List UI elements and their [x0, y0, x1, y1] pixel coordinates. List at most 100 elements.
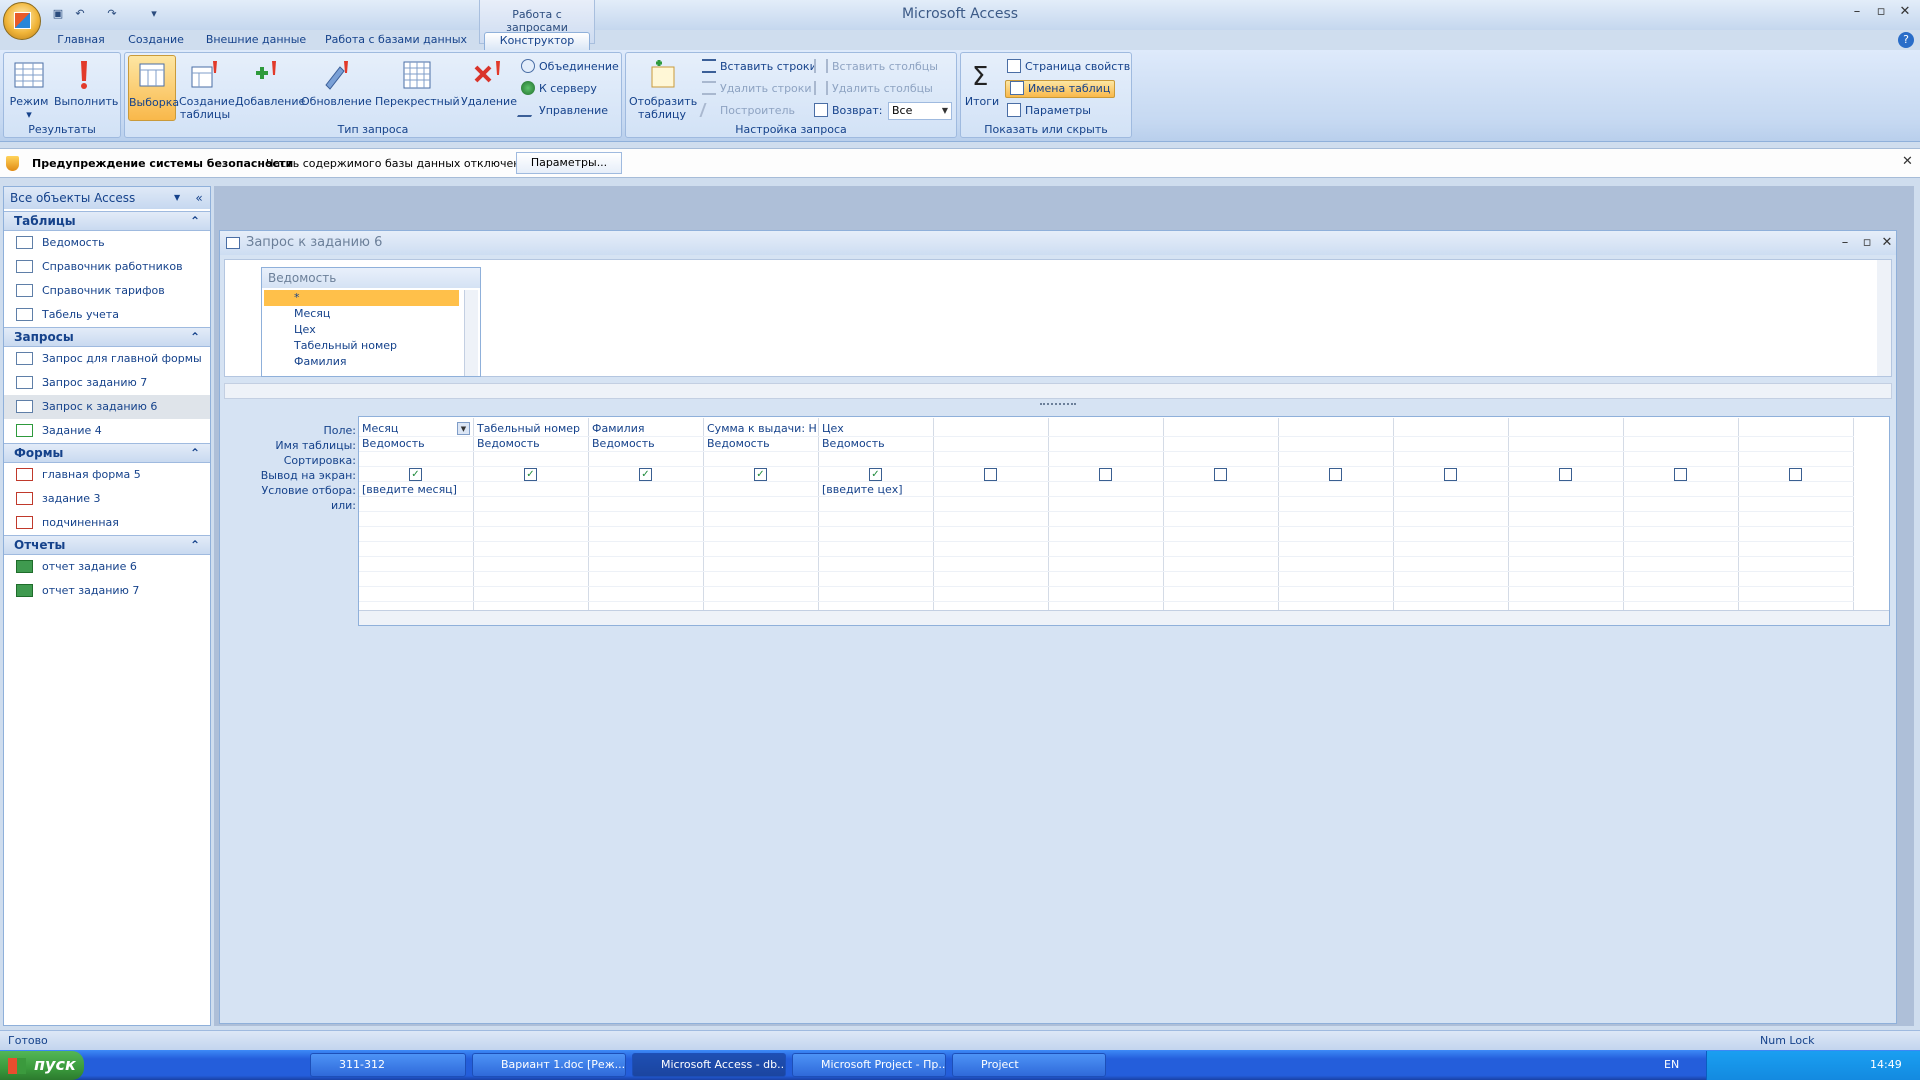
grid-sort-cell[interactable] — [1282, 452, 1392, 466]
grid-sort-cell[interactable] — [1742, 452, 1852, 466]
nav-item-query-selected[interactable]: Запрос к заданию 6 — [4, 395, 210, 419]
minimize-button[interactable]: – — [1846, 4, 1868, 20]
qat-customize-button[interactable]: ▾ — [146, 6, 162, 21]
taskbar-item[interactable]: 311-312 — [310, 1053, 466, 1077]
grid-column[interactable] — [1049, 418, 1164, 610]
nav-item-query[interactable]: Запрос для главной формы ... — [4, 347, 210, 389]
grid-column[interactable]: Сумма к выдачи: НачВедомость ✓ — [704, 418, 819, 610]
taskbar-item-active[interactable]: Microsoft Access - db... — [632, 1053, 786, 1077]
grid-hscrollbar[interactable] — [359, 610, 1889, 625]
security-options-button[interactable]: Параметры... — [516, 152, 622, 174]
collapse-pane-icon[interactable]: « — [190, 188, 208, 208]
field-list-box[interactable]: Ведомость * Месяц Цех Табельный номер Фа… — [261, 267, 481, 377]
grid-field-cell[interactable] — [1512, 422, 1622, 436]
grid-sort-cell[interactable] — [822, 452, 932, 466]
table-names-button[interactable]: Имена таблиц — [1005, 80, 1116, 98]
grid-criteria-cell[interactable] — [1742, 483, 1852, 497]
grid-sort-cell[interactable] — [707, 452, 817, 466]
view-button[interactable]: Режим ▾ — [7, 55, 51, 127]
show-checkbox[interactable]: ✓ — [409, 468, 422, 481]
grid-sort-cell[interactable] — [362, 452, 472, 466]
grid-or-cell[interactable] — [707, 498, 817, 512]
grid-or-cell[interactable] — [1627, 498, 1737, 512]
grid-table-cell[interactable] — [1282, 437, 1392, 451]
grid-criteria-cell[interactable] — [1512, 483, 1622, 497]
field-list-item[interactable]: Фамилия — [264, 354, 459, 370]
show-checkbox[interactable]: ✓ — [524, 468, 537, 481]
nav-item-query[interactable]: Задание 4 — [4, 419, 210, 443]
show-checkbox[interactable] — [1789, 468, 1802, 481]
query-close-button[interactable]: ✕ — [1876, 235, 1898, 251]
grid-column[interactable]: Цех Ведомость ✓ [введите цех] — [819, 418, 934, 610]
delete-query-button[interactable]: Удаление — [461, 55, 517, 127]
grid-sort-cell[interactable] — [1052, 452, 1162, 466]
grid-column[interactable] — [934, 418, 1049, 610]
crosstab-button[interactable]: Перекрестный — [375, 55, 460, 127]
grid-field-cell[interactable] — [1167, 422, 1277, 436]
nav-group-tables[interactable]: Таблицы ⌃ — [4, 211, 210, 231]
property-sheet-button[interactable]: Страница свойств — [1007, 58, 1130, 76]
grid-column[interactable]: Фамилия Ведомость ✓ — [589, 418, 704, 610]
grid-criteria-cell[interactable] — [1167, 483, 1277, 497]
grid-sort-cell[interactable] — [1512, 452, 1622, 466]
grid-table-cell[interactable]: Ведомость — [707, 437, 817, 451]
grid-column[interactable] — [1394, 418, 1509, 610]
query-maximize-button[interactable]: ▫ — [1856, 235, 1878, 251]
grid-criteria-cell[interactable] — [1627, 483, 1737, 497]
grid-or-cell[interactable] — [362, 498, 472, 512]
field-list-item[interactable]: Месяц — [264, 306, 459, 322]
tab-design[interactable]: Конструктор — [484, 32, 590, 50]
grid-field-cell[interactable] — [1052, 422, 1162, 436]
show-checkbox[interactable] — [1329, 468, 1342, 481]
grid-field-cell[interactable]: Сумма к выдачи: Нач — [707, 422, 817, 436]
grid-or-cell[interactable] — [937, 498, 1047, 512]
show-checkbox[interactable] — [1559, 468, 1572, 481]
taskbar-item[interactable]: Вариант 1.doc [Реж... — [472, 1053, 626, 1077]
taskbar-item[interactable]: Project — [952, 1053, 1106, 1077]
nav-item-form[interactable]: подчиненная — [4, 511, 210, 535]
nav-header[interactable]: Все объекты Access ▼ — [4, 187, 210, 209]
nav-item-report[interactable]: отчет заданию 7 — [4, 579, 210, 603]
insert-rows-button[interactable]: Вставить строки — [702, 58, 817, 76]
grid-criteria-cell[interactable] — [937, 483, 1047, 497]
grid-table-cell[interactable]: Ведомость — [592, 437, 702, 451]
tab-external-data[interactable]: Внешние данные — [202, 32, 310, 50]
grid-column[interactable] — [1624, 418, 1739, 610]
delete-columns-button[interactable]: Удалить столбцы — [814, 80, 933, 98]
grid-or-cell[interactable] — [477, 498, 587, 512]
grid-field-cell[interactable] — [937, 422, 1047, 436]
show-checkbox[interactable]: ✓ — [639, 468, 652, 481]
show-checkbox[interactable] — [1674, 468, 1687, 481]
grid-criteria-cell[interactable] — [1282, 483, 1392, 497]
grid-field-cell[interactable] — [1627, 422, 1737, 436]
pass-through-button[interactable]: К серверу — [521, 80, 597, 98]
grid-sort-cell[interactable] — [1167, 452, 1277, 466]
tab-database-tools[interactable]: Работа с базами данных — [324, 32, 468, 50]
grid-field-cell[interactable] — [1742, 422, 1852, 436]
update-button[interactable]: Обновление — [301, 55, 372, 127]
grid-criteria-cell[interactable] — [1052, 483, 1162, 497]
grid-field-cell[interactable] — [1397, 422, 1507, 436]
nav-group-reports[interactable]: Отчеты ⌃ — [4, 535, 210, 555]
grid-field-cell[interactable]: Цех — [822, 422, 932, 436]
grid-sort-cell[interactable] — [937, 452, 1047, 466]
builder-button[interactable]: Построитель — [699, 102, 795, 120]
office-button[interactable] — [3, 2, 41, 40]
splitter-handle[interactable] — [1040, 403, 1076, 406]
nav-item-form[interactable]: задание 3 — [4, 487, 210, 511]
grid-field-cell[interactable]: Табельный номер — [477, 422, 587, 436]
grid-or-cell[interactable] — [1397, 498, 1507, 512]
grid-or-cell[interactable] — [1052, 498, 1162, 512]
nav-item-table[interactable]: Табель учета — [4, 303, 210, 327]
grid-sort-cell[interactable] — [592, 452, 702, 466]
grid-or-cell[interactable] — [822, 498, 932, 512]
close-bar-icon[interactable]: ✕ — [1902, 154, 1913, 169]
nav-item-table[interactable]: Ведомость — [4, 231, 210, 255]
append-button[interactable]: Добавление — [235, 55, 305, 127]
grid-or-cell[interactable] — [1512, 498, 1622, 512]
grid-table-cell[interactable]: Ведомость — [477, 437, 587, 451]
query-minimize-button[interactable]: – — [1834, 235, 1856, 251]
grid-criteria-cell[interactable] — [1397, 483, 1507, 497]
grid-column[interactable] — [1279, 418, 1394, 610]
grid-or-cell[interactable] — [1742, 498, 1852, 512]
